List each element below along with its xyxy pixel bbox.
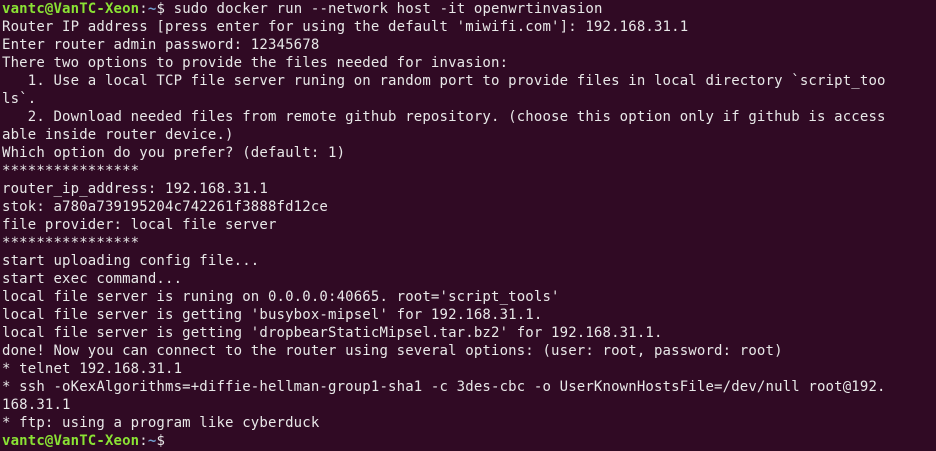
output-line: file provider: local file server [2, 217, 277, 233]
output-line: router_ip_address: 192.168.31.1 [2, 181, 268, 197]
output-line: * ssh -oKexAlgorithms=+diffie-hellman-gr… [2, 379, 886, 395]
command-text: sudo docker run --network host -it openw… [173, 1, 603, 17]
output-line: start exec command... [2, 271, 183, 287]
output-line: ls`. [2, 91, 37, 107]
output-line: * telnet 192.168.31.1 [2, 361, 183, 377]
output-line: 1. Use a local TCP file server runing on… [2, 73, 886, 89]
prompt-separator: : [139, 1, 148, 17]
output-line: able inside router device.) [2, 127, 234, 143]
output-line: Enter router admin password: 12345678 [2, 37, 320, 53]
prompt-symbol: $ [156, 433, 174, 449]
output-line: Which option do you prefer? (default: 1) [2, 145, 346, 161]
prompt-user-host: vantc@VanTC-Xeon [2, 1, 140, 17]
text-cursor [174, 433, 182, 448]
output-line: **************** [2, 235, 140, 251]
output-line: 168.31.1 [2, 397, 71, 413]
output-line: 2. Download needed files from remote git… [2, 109, 886, 125]
output-line: **************** [2, 163, 140, 179]
output-line: Router IP address [press enter for using… [2, 19, 689, 35]
prompt-symbol: $ [156, 1, 174, 17]
prompt-separator: : [139, 433, 148, 449]
prompt-user-host: vantc@VanTC-Xeon [2, 433, 140, 449]
output-line: local file server is getting 'busybox-mi… [2, 307, 543, 323]
output-line: local file server is runing on 0.0.0.0:4… [2, 289, 560, 305]
command-prompt-line: vantc@VanTC-Xeon:~$ sudo docker run --ne… [2, 0, 936, 18]
active-prompt-line[interactable]: vantc@VanTC-Xeon:~$ [2, 432, 936, 450]
output-line: * ftp: using a program like cyberduck [2, 415, 320, 431]
terminal-window[interactable]: vantc@VanTC-Xeon:~$ sudo docker run --ne… [0, 0, 936, 451]
output-line: done! Now you can connect to the router … [2, 343, 783, 359]
output-line: start uploading config file... [2, 253, 260, 269]
output-line: local file server is getting 'dropbearSt… [2, 325, 663, 341]
output-line: stok: a780a739195204c742261f3888fd12ce [2, 199, 328, 215]
output-line: There two options to provide the files n… [2, 55, 509, 71]
